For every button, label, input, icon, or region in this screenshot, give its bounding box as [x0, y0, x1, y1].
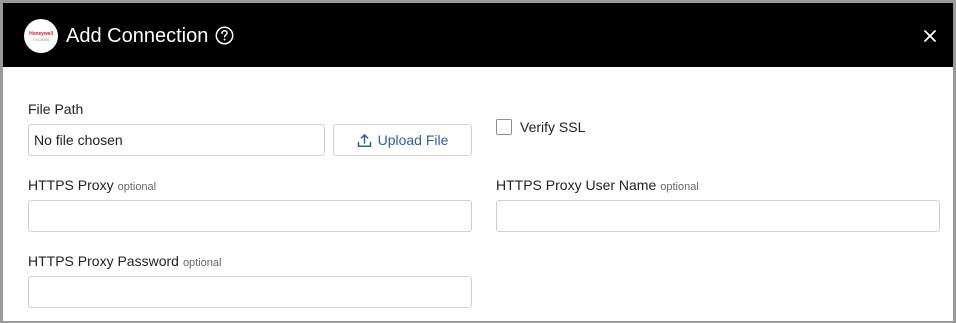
- logo-sub-text: TXCSIS0: [32, 36, 50, 42]
- upload-file-label: Upload File: [377, 132, 449, 148]
- https-proxy-optional-tag: optional: [117, 181, 157, 193]
- upload-icon: [357, 133, 371, 147]
- https-proxy-user-name-input[interactable]: [496, 200, 940, 232]
- https-proxy-label-text: HTTPS Proxy: [28, 177, 114, 193]
- https-proxy-user-name-label: HTTPS Proxy User Name optional: [496, 176, 699, 196]
- verify-ssl-checkbox[interactable]: [496, 119, 512, 135]
- file-path-value: No file chosen: [34, 132, 123, 148]
- verify-ssl-label-text: Verify SSL: [520, 119, 586, 135]
- help-circle-icon[interactable]: [215, 26, 234, 45]
- verify-ssl-label[interactable]: Verify SSL: [520, 118, 585, 136]
- honeywell-logo: Honeywell TXCSIS0: [24, 19, 58, 53]
- https-proxy-password-label: HTTPS Proxy Password optional: [28, 252, 221, 272]
- file-path-label: File Path: [28, 100, 83, 118]
- file-path-label-text: File Path: [28, 101, 84, 117]
- https-proxy-password-input[interactable]: [28, 276, 472, 308]
- dialog-title: Add Connection: [66, 25, 209, 47]
- https-proxy-password-label-text: HTTPS Proxy Password: [28, 253, 179, 269]
- dialog-header: Honeywell TXCSIS0 Add Connection: [3, 3, 953, 67]
- https-proxy-user-name-label-text: HTTPS Proxy User Name: [496, 177, 657, 193]
- close-icon: [924, 30, 936, 42]
- upload-file-button[interactable]: Upload File: [333, 124, 472, 156]
- https-proxy-user-name-optional-tag: optional: [660, 181, 699, 193]
- close-button[interactable]: [919, 25, 941, 47]
- add-connection-dialog: Honeywell TXCSIS0 Add Connection File Pa…: [3, 3, 953, 321]
- https-proxy-password-optional-tag: optional: [182, 257, 222, 269]
- https-proxy-label: HTTPS Proxy optional: [28, 176, 156, 196]
- file-path-field[interactable]: No file chosen: [28, 124, 325, 156]
- https-proxy-input[interactable]: [28, 200, 472, 232]
